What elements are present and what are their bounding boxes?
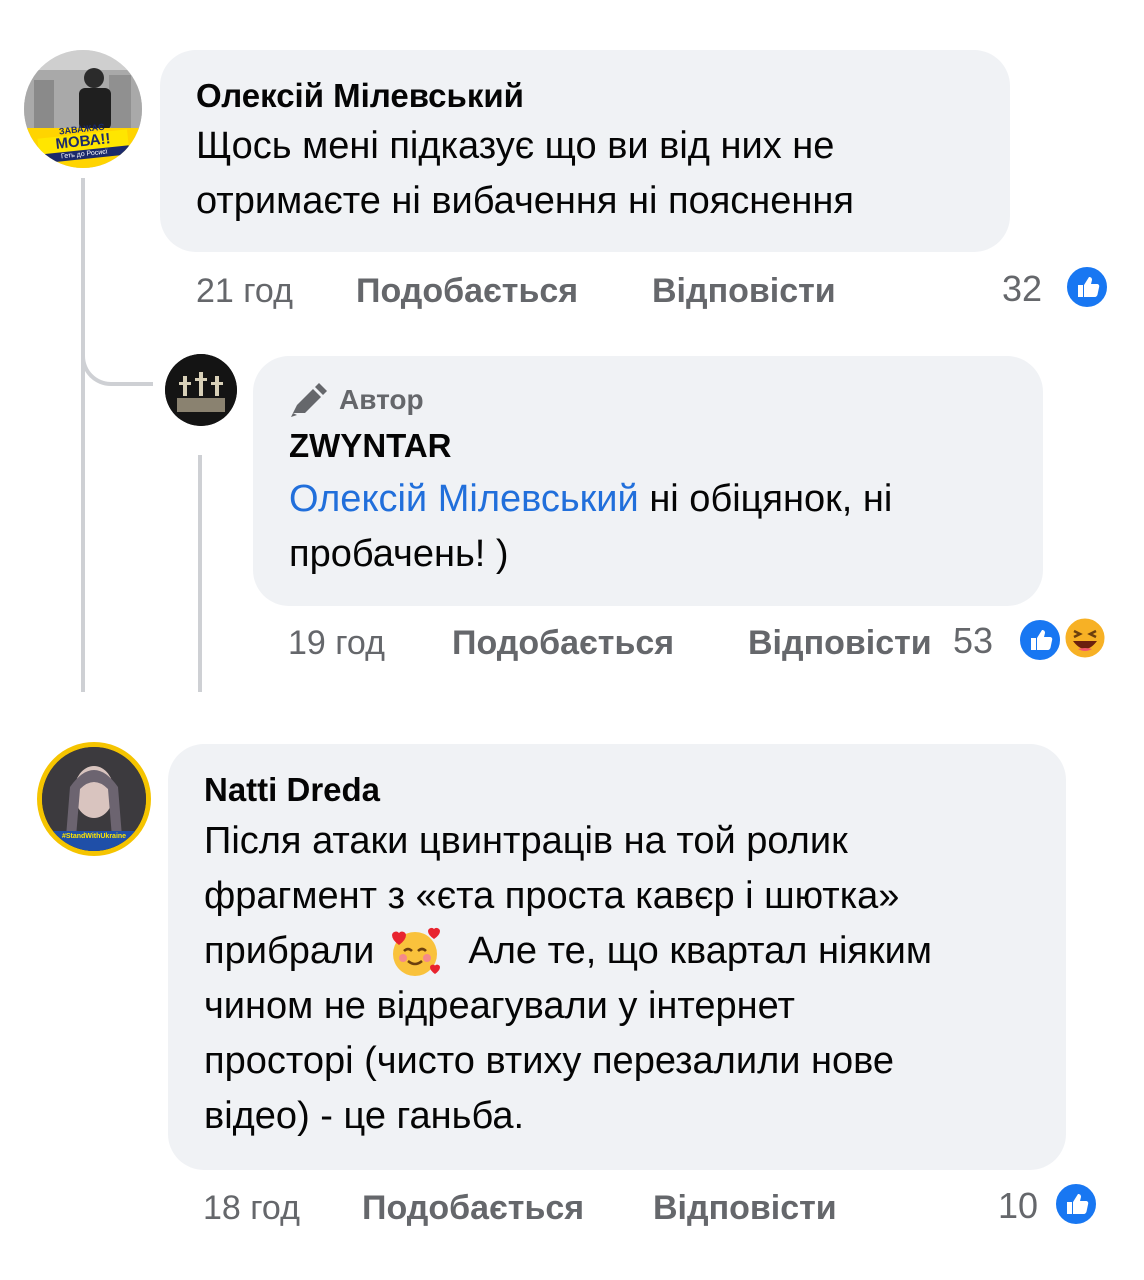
comment-bubble-3: Natti Dreda Після атаки цвинтраців на то…	[168, 744, 1066, 1170]
comment-bubble-2: Автор ZWYNTAR Олексій Мілевський ні обіц…	[253, 356, 1043, 606]
like-button[interactable]: Подобається	[452, 624, 674, 663]
avatar-badge: #StandWithUkraine	[61, 833, 127, 840]
like-thumb-icon	[1017, 617, 1063, 663]
like-button[interactable]: Подобається	[362, 1189, 584, 1228]
avatar-photo	[165, 354, 237, 426]
comment-time[interactable]: 18 год	[203, 1189, 300, 1228]
like-thumb-icon	[1053, 1181, 1099, 1227]
haha-emoji-icon	[1062, 615, 1108, 661]
comment-text-line: прибрали Але те, що квартал ніяким	[204, 924, 1030, 979]
comment-time[interactable]: 19 год	[288, 624, 385, 663]
comment-author[interactable]: Олексій Мілевський	[196, 76, 974, 116]
comment-text-line: отримаєте ні вибачення ні пояснення	[196, 180, 854, 222]
comment-author[interactable]: Natti Dreda	[204, 770, 1030, 810]
like-button[interactable]: Подобається	[356, 272, 578, 311]
comment-text-line: Олексій Мілевський ні обіцянок, ні	[289, 472, 1007, 527]
thread-line-main	[81, 178, 85, 692]
avatar-zwyntar[interactable]	[165, 354, 237, 426]
pen-author-icon	[291, 383, 327, 417]
comment-bubble-1: Олексій Мілевський Щось мені підказує що…	[160, 50, 1010, 252]
comment-text: прибрали	[204, 930, 375, 972]
like-thumb-icon	[1064, 264, 1110, 310]
author-badge-label: Автор	[339, 384, 424, 415]
comment-time[interactable]: 21 год	[196, 272, 293, 311]
reply-button[interactable]: Відповісти	[653, 1189, 837, 1228]
comment-text: ні обіцянок, ні	[638, 478, 893, 520]
comment-text: Але те, що квартал ніяким	[468, 930, 932, 972]
avatar-natti[interactable]: #StandWithUkraine	[37, 742, 151, 856]
comment-text-line: чином не відреагували у інтернет	[204, 985, 795, 1027]
reply-button[interactable]: Відповісти	[652, 272, 836, 311]
thread-line-reply	[198, 455, 202, 692]
mention-link[interactable]: Олексій Мілевський	[289, 478, 639, 520]
comment-text-line: просторі (чисто втиху перезалили нове	[204, 1040, 895, 1082]
comment-text-line: пробачень! )	[289, 533, 509, 575]
avatar-oleksiy[interactable]: ЗАВАЖАЄ МОВА!! Геть до Росиєї	[24, 50, 142, 168]
comment-text-line: Після атаки цвинтраців на той ролик	[204, 820, 848, 862]
author-badge: Автор	[289, 380, 1007, 420]
reaction-count[interactable]: 53	[953, 620, 993, 662]
comment-author[interactable]: ZWYNTAR	[289, 426, 1007, 466]
smiling-hearts-emoji-icon	[388, 925, 442, 979]
reaction-count[interactable]: 10	[998, 1185, 1038, 1227]
thread-curve	[81, 330, 153, 386]
comment-text-line: фрагмент з «єта проста кавєр і шютка»	[204, 875, 900, 917]
reply-button[interactable]: Відповісти	[748, 624, 932, 663]
comment-text-line: відео) - це ганьба.	[204, 1095, 525, 1137]
comment-text-line: Щось мені підказує що ви від них не	[196, 125, 835, 167]
reaction-count[interactable]: 32	[1002, 268, 1042, 310]
